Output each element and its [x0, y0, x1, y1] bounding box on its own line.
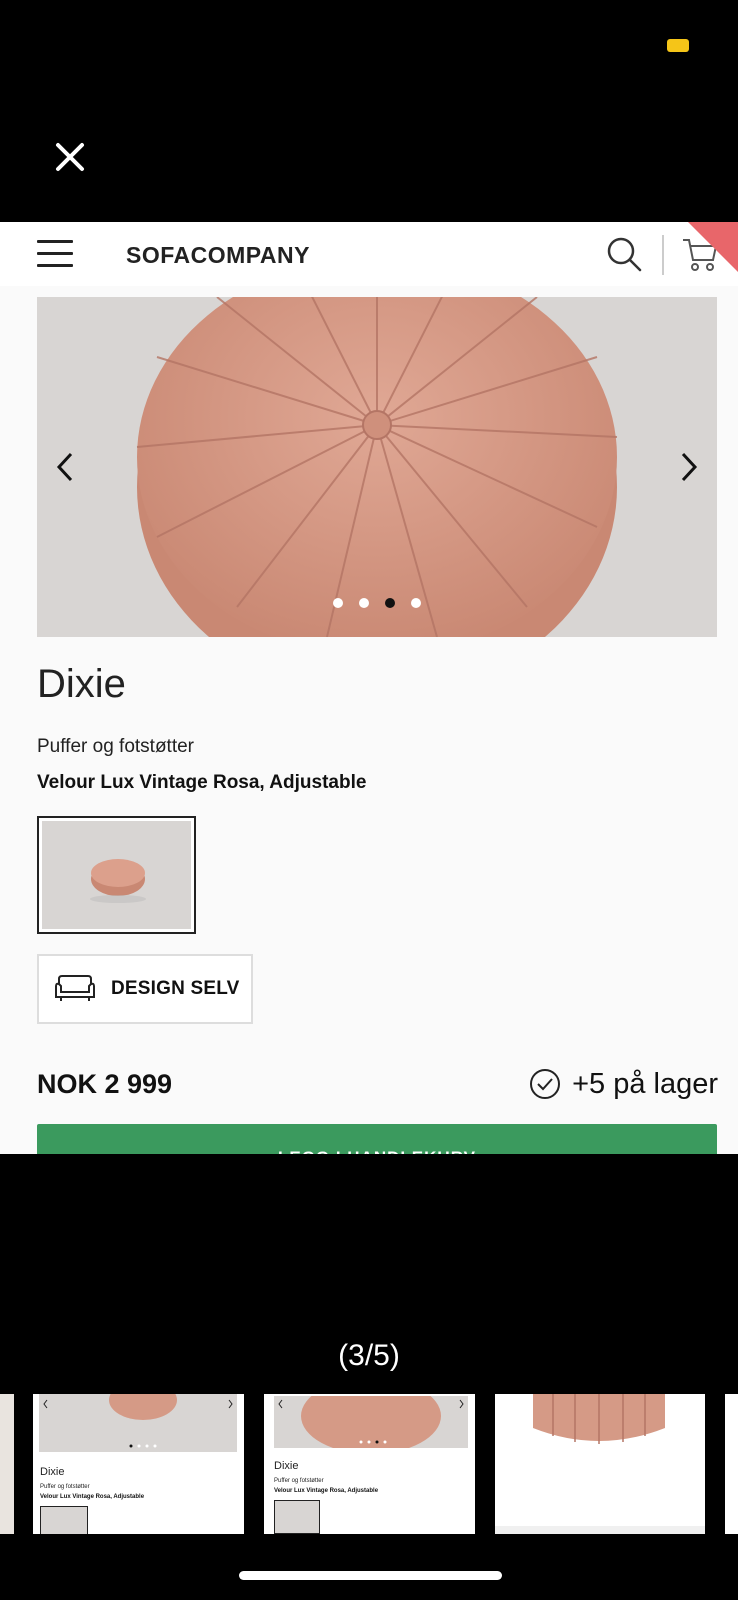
design-yourself-button[interactable]: DESIGN SELV	[37, 954, 253, 1024]
header-divider	[662, 235, 664, 275]
thumbnail-category: Puffer og fotstøtter	[274, 1478, 324, 1484]
home-indicator[interactable]	[239, 1571, 502, 1580]
close-button[interactable]	[48, 135, 92, 179]
thumbnail-title: Dixie	[40, 1466, 65, 1478]
carousel-prev-button[interactable]	[45, 447, 85, 487]
carousel-dot-active[interactable]	[385, 598, 395, 608]
product-category: Puffer og fotstøtter	[37, 736, 195, 757]
search-icon[interactable]	[604, 234, 644, 274]
product-variant: Velour Lux Vintage Rosa, Adjustable	[37, 772, 367, 793]
thumbnail-variant: Velour Lux Vintage Rosa, Adjustable	[274, 1488, 379, 1494]
thumbnail-title: Dixie	[274, 1460, 299, 1472]
chevron-left-icon	[56, 452, 73, 482]
variant-thumbnail[interactable]	[37, 816, 196, 934]
thumbnail-item-active[interactable]: Dixie Puffer og fotstøtter Velour Lux Vi…	[264, 1394, 475, 1534]
add-to-cart-button[interactable]: LEGG I HANDLEKURV	[37, 1124, 717, 1154]
stock-status: +5 på lager	[528, 1067, 718, 1101]
thumbnail-item[interactable]	[0, 1394, 14, 1534]
variant-thumbnail-image	[90, 859, 146, 903]
carousel-dot[interactable]	[411, 598, 421, 608]
carousel-next-button[interactable]	[669, 447, 709, 487]
carousel-dot[interactable]	[333, 598, 343, 608]
sofa-icon	[55, 975, 95, 1001]
site-header: SOFACOMPANY	[0, 222, 738, 286]
thumbnail-item[interactable]	[495, 1394, 705, 1534]
thumbnail-category: Puffer og fotstøtter	[40, 1484, 90, 1490]
thumbnail-item[interactable]: Dixie Puffer og fotstøtter Velour Lux Vi…	[33, 1394, 244, 1534]
site-logo[interactable]: SOFACOMPANY	[126, 242, 310, 269]
thumbnail-item[interactable]	[725, 1394, 738, 1534]
product-image	[136, 297, 618, 637]
design-yourself-label: DESIGN SELV	[111, 978, 240, 999]
status-indicator	[667, 39, 689, 52]
close-icon	[56, 143, 84, 171]
corner-badge	[688, 222, 738, 272]
carousel-dots	[37, 598, 717, 608]
check-circle-icon	[530, 1069, 561, 1099]
thumbnail-variant: Velour Lux Vintage Rosa, Adjustable	[40, 1494, 145, 1500]
hamburger-menu-icon[interactable]	[37, 240, 75, 270]
product-title: Dixie	[37, 662, 126, 706]
product-image-carousel[interactable]	[37, 297, 717, 637]
image-counter: (3/5)	[338, 1339, 400, 1372]
chevron-right-icon	[681, 452, 698, 482]
product-price: NOK 2 999	[37, 1069, 173, 1099]
stock-text: +5 på lager	[572, 1067, 718, 1100]
product-screenshot: SOFACOMPANY Dixie Puffer og fotstøtter V…	[0, 222, 738, 1154]
carousel-dot[interactable]	[359, 598, 369, 608]
thumbnail-strip: Dixie Puffer og fotstøtter Velour Lux Vi…	[0, 1394, 738, 1534]
